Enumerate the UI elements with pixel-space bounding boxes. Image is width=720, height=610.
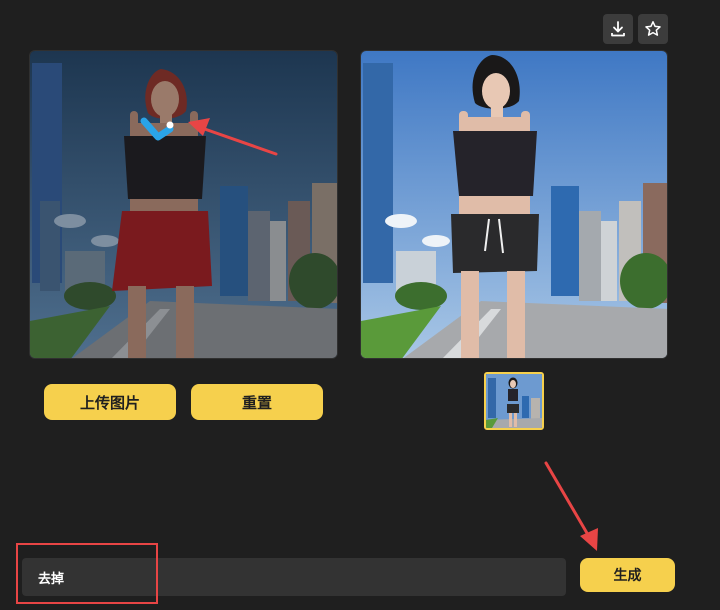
generate-button[interactable]: 生成: [580, 558, 675, 592]
original-image-canvas[interactable]: [29, 50, 338, 359]
reset-button[interactable]: 重置: [191, 384, 323, 420]
result-thumbnail[interactable]: [484, 372, 544, 430]
image-edit-app: 上传图片 重置 生成: [0, 0, 720, 610]
original-image: [30, 51, 337, 358]
result-image-canvas[interactable]: [360, 50, 668, 359]
favorite-button[interactable]: [638, 14, 668, 44]
result-image: [361, 51, 667, 358]
star-icon: [645, 21, 661, 36]
arrow-head-generate-icon: [580, 528, 598, 551]
prompt-input[interactable]: [22, 558, 566, 596]
arrow-to-generate: [544, 461, 593, 542]
download-icon: [611, 21, 625, 37]
upload-image-button[interactable]: 上传图片: [44, 384, 176, 420]
download-button[interactable]: [603, 14, 633, 44]
result-thumbnail-image: [486, 374, 542, 428]
